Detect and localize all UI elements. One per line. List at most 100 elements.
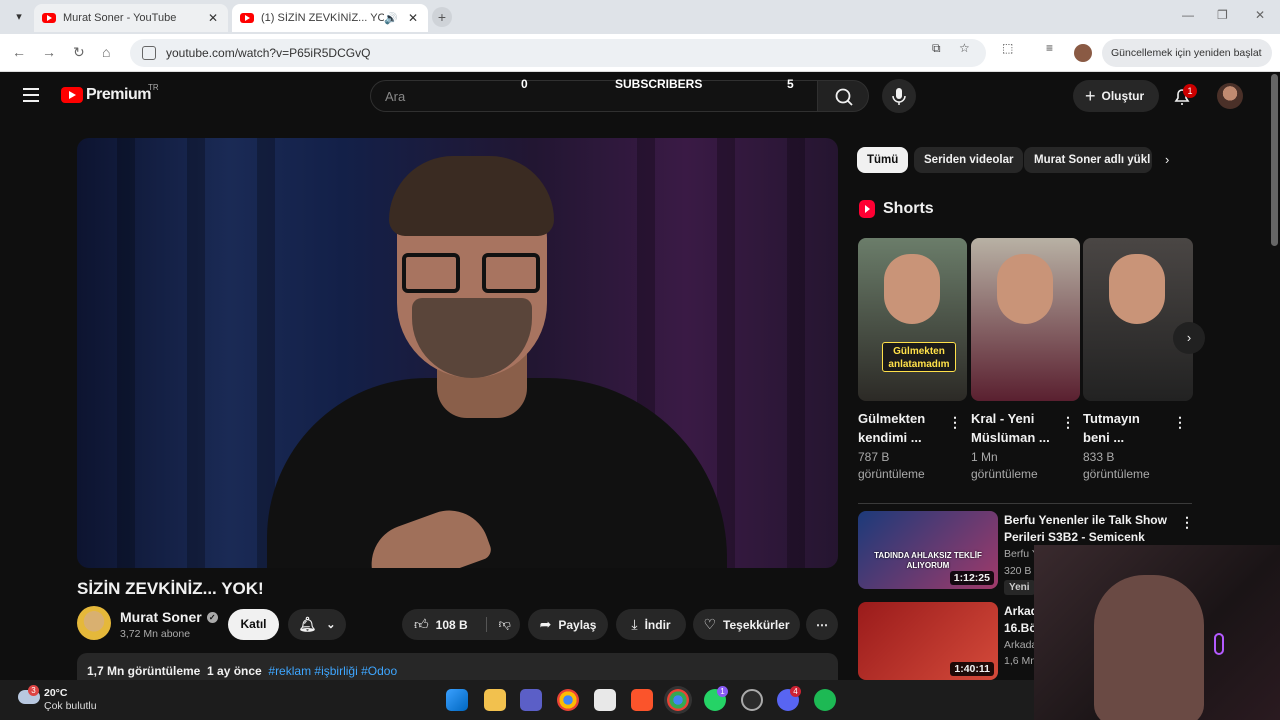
short-title-line: Gülmekten: [858, 411, 926, 426]
channel-subscriber-count: 3,72 Mn abone: [120, 628, 191, 640]
create-button[interactable]: + Oluştur: [1073, 80, 1159, 112]
update-restart-button[interactable]: Güncellemek için yeniden başlat: [1102, 39, 1272, 67]
new-tab-button[interactable]: +: [432, 7, 452, 27]
channel-avatar[interactable]: [77, 606, 111, 640]
join-button[interactable]: Katıl: [228, 609, 279, 640]
short-views: 833 B: [1083, 450, 1115, 464]
forward-icon[interactable]: →: [42, 44, 56, 60]
recommended-thumbnail-1[interactable]: TADINDA AHLAKSIZ TEKLİF ALIYORUM 1:12:25: [858, 511, 998, 589]
short-thumbnail-2[interactable]: [971, 238, 1080, 401]
chrome-active-icon[interactable]: [667, 689, 689, 711]
video-duration: 1:40:11: [950, 662, 994, 676]
thumbs-down-icon[interactable]: 👎︎: [485, 617, 511, 632]
youtube-premium-logo[interactable]: Premium: [61, 86, 151, 104]
minimize-icon[interactable]: —: [1182, 8, 1194, 22]
microsoft-store-icon[interactable]: [594, 689, 616, 711]
recommended-title-2[interactable]: Arkad 16.Bö: [1004, 603, 1034, 637]
view-count: 1,7 Mn görüntüleme: [87, 664, 201, 678]
recommended-thumbnail-2[interactable]: 1:40:11: [858, 602, 998, 680]
chrome-icon[interactable]: [557, 689, 579, 711]
short-meta-1: 787 B görüntüleme: [858, 449, 925, 483]
channel-name[interactable]: Murat Soner ✓: [120, 609, 218, 625]
site-info-icon[interactable]: [142, 46, 156, 60]
thanks-label: Teşekkürler: [723, 617, 790, 632]
teams-icon[interactable]: [520, 689, 542, 711]
share-button[interactable]: ➦ Paylaş: [528, 609, 608, 640]
short-options-icon[interactable]: ⋮: [948, 414, 962, 431]
close-window-icon[interactable]: ✕: [1255, 8, 1265, 22]
chip-channel-uploads[interactable]: Murat Soner adlı yükl: [1024, 147, 1152, 173]
youtube-favicon-icon: [42, 13, 56, 23]
more-actions-button[interactable]: ⋯: [806, 609, 838, 640]
video-title: SİZİN ZEVKİNİZ... YOK!: [77, 579, 264, 598]
install-app-icon[interactable]: ⧉: [932, 41, 941, 56]
weather-temperature[interactable]: 20°C: [44, 687, 67, 699]
tab-search-chevron-icon[interactable]: ▾: [8, 6, 30, 28]
recommended-channel-2[interactable]: Arkada: [1004, 639, 1034, 651]
tab-title: (1) SİZİN ZEVKİNİZ... YOK! -: [261, 12, 385, 24]
extensions-icon[interactable]: ⬚: [1002, 41, 1013, 55]
media-controls-icon[interactable]: ≡: [1046, 41, 1053, 55]
like-count[interactable]: 108 B: [436, 618, 468, 632]
browser-tab-1[interactable]: Murat Soner - YouTube ✕: [34, 4, 228, 32]
hashtags[interactable]: #reklam #işbirliği #Odoo: [268, 664, 397, 678]
thanks-button[interactable]: ♡ Teşekkürler: [693, 609, 800, 640]
back-icon[interactable]: ←: [12, 44, 26, 60]
thumbs-up-icon[interactable]: 👍︎: [414, 616, 429, 633]
browser-tab-2[interactable]: (1) SİZİN ZEVKİNİZ... YOK! - 🔊 ✕: [232, 4, 428, 32]
chip-series-videos[interactable]: Seriden videolar: [914, 147, 1024, 173]
close-tab-icon[interactable]: ✕: [406, 11, 420, 25]
video-options-icon[interactable]: ⋮: [1180, 514, 1194, 531]
page-scrollbar[interactable]: [1271, 74, 1278, 246]
short-thumbnail-1[interactable]: Gülmekten anlatamadım: [858, 238, 967, 401]
download-button[interactable]: ⤓ İndir: [616, 609, 686, 640]
teams-badge: 1: [717, 686, 728, 697]
bookmark-star-icon[interactable]: ☆: [959, 41, 970, 55]
shorts-logo-icon: [859, 200, 875, 218]
reload-icon[interactable]: ↻: [73, 44, 85, 61]
menu-icon[interactable]: [23, 88, 39, 106]
recommended-title-1[interactable]: Berfu Yenenler ile Talk Show Perileri S3…: [1004, 512, 1174, 546]
more-horizontal-icon: ⋯: [816, 617, 828, 632]
search-button[interactable]: [817, 80, 869, 112]
app-icon[interactable]: [741, 689, 763, 711]
home-icon[interactable]: ⌂: [102, 44, 110, 60]
curtain-fold: [117, 138, 135, 568]
short-title-2[interactable]: Kral - Yeni Müslüman ...: [971, 409, 1061, 447]
account-avatar[interactable]: [1217, 83, 1243, 109]
search-box: [370, 80, 818, 112]
short-thumbnail-3[interactable]: [1083, 238, 1193, 401]
short-thumb-caption: Gülmekten anlatamadım: [882, 342, 956, 372]
weather-description[interactable]: Çok bulutlu: [44, 700, 97, 712]
short-caption-line2: anlatamadım: [888, 359, 950, 370]
maximize-icon[interactable]: ❐: [1217, 8, 1228, 22]
spotify-icon[interactable]: [814, 689, 836, 711]
audio-playing-icon[interactable]: 🔊: [384, 12, 398, 25]
discord-badge: 4: [790, 686, 801, 697]
short-thumb-face: [884, 254, 940, 324]
file-explorer-icon[interactable]: [484, 689, 506, 711]
super-thanks-icon: ♡: [703, 616, 717, 632]
subscription-bell-button[interactable]: 🔔︎ ⌄: [288, 609, 346, 640]
address-bar[interactable]: youtube.com/watch?v=P65iR5DCGvQ: [130, 39, 986, 67]
brave-browser-icon[interactable]: [631, 689, 653, 711]
video-player[interactable]: [77, 138, 838, 568]
short-title-1[interactable]: Gülmekten kendimi ...: [858, 409, 948, 447]
short-views-label: görüntüleme: [858, 467, 925, 481]
close-tab-icon[interactable]: ✕: [206, 11, 220, 25]
chevron-right-icon[interactable]: ›: [1165, 152, 1169, 167]
short-options-icon[interactable]: ⋮: [1061, 414, 1075, 431]
verified-check-icon: ✓: [206, 611, 218, 623]
like-dislike-group: 👍︎ 108 B 👎︎: [402, 609, 520, 640]
voice-search-button[interactable]: [882, 79, 916, 113]
glasses-lens-right: [482, 253, 540, 293]
webcam-overlay: [1034, 545, 1280, 720]
browser-profile-avatar[interactable]: [1074, 44, 1092, 62]
windows-start-icon[interactable]: [446, 689, 468, 711]
short-options-icon[interactable]: ⋮: [1173, 414, 1187, 431]
chip-all[interactable]: Tümü: [857, 147, 909, 173]
short-title-3[interactable]: Tutmayın beni ...: [1083, 409, 1173, 447]
shorts-next-arrow-icon[interactable]: ›: [1173, 322, 1205, 354]
windows-taskbar: [0, 680, 1034, 720]
section-divider: [858, 503, 1192, 504]
